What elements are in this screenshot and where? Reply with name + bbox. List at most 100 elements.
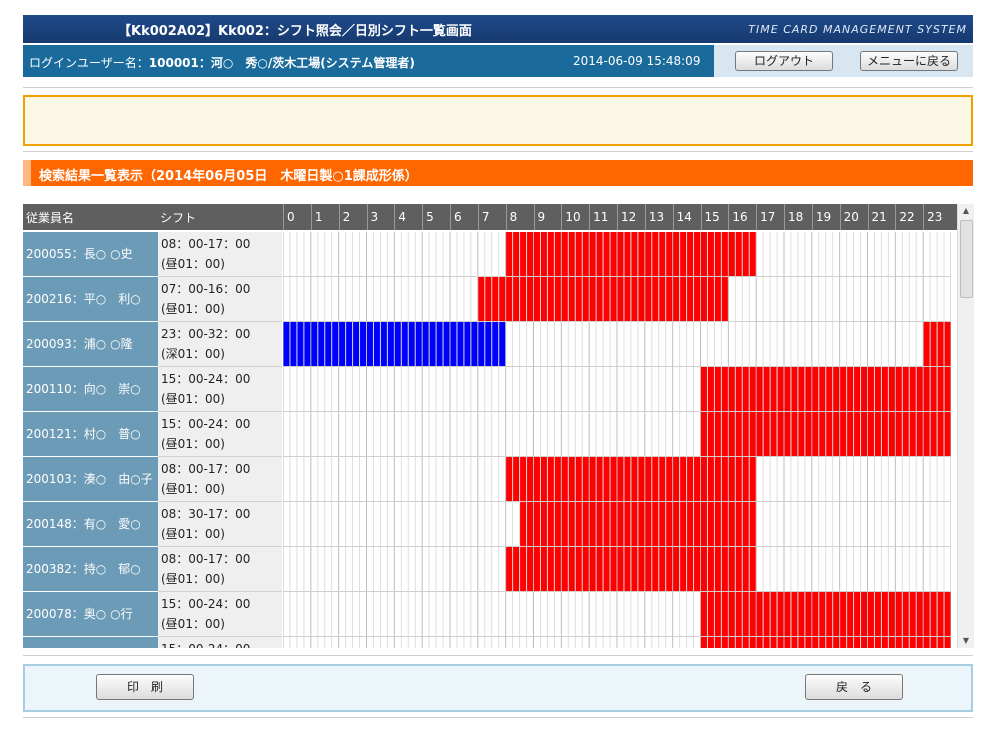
shift-time: 15：00-24：00 [161,597,251,611]
scroll-up-arrow-icon[interactable]: ▲ [958,204,974,218]
shift-timeline [283,277,951,322]
timeline-svg [283,367,951,411]
login-user-label: ログインユーザー名： [29,56,149,70]
shift-break: (昼01：00) [161,437,225,451]
back-button[interactable]: 戻 る [805,674,903,700]
shift-timeline [283,502,951,547]
hour-header: 20 [839,204,868,230]
grid-scrollbar[interactable]: ▲ ▼ [957,204,974,648]
shift-time: 15：00-24：00 [161,417,251,431]
hour-header: 17 [756,204,784,230]
hour-header: 22 [895,204,923,230]
page-title: 【Kk002A02】Kk002：シフト照会／日別シフト一覧画面 [118,24,472,39]
shift-time: 08：30-17：00 [161,507,251,521]
table-row: 200055：長○ ○史 08：00-17：00 (昼01：00) [23,232,957,277]
title-bar: 【Kk002A02】Kk002：シフト照会／日別シフト一覧画面 TIME CAR… [23,15,973,43]
shift-cell: 15：00-24：00 (昼01：00) [158,412,282,457]
timeline-svg [283,637,951,648]
grid-header: 従業員名 シフト 0 1 2 3 4 5 6 7 8 9 10 11 12 13 14 15 16 17 18 19 2… [23,204,957,230]
table-row: 200093：浦○ ○隆 23：00-32：00 (深01：00) [23,322,957,367]
section-title: 検索結果一覧表示（2014年06月05日 木曜日製○1課成形係） [39,169,418,184]
employee-name: 200078：奥○ ○行 [23,592,160,637]
shift-cell: 15：00-24：00 (昼01：00) [158,367,282,412]
scroll-down-arrow-icon[interactable]: ▼ [958,634,974,648]
shift-time: 08：00-17：00 [161,237,251,251]
employee-name: 200110：向○ 崇○ [23,367,160,412]
employee-name: 200055：長○ ○史 [23,232,160,277]
divider [23,87,973,88]
timeline-svg [283,457,951,501]
shift-break: (昼01：00) [161,482,225,496]
employee-name: 200121：村○ 普○ [23,412,160,457]
hour-header: 14 [672,204,701,230]
shift-timeline [283,457,951,502]
table-row: 200121：村○ 普○ 15：00-24：00 (昼01：00) [23,412,957,457]
table-row: 200148：有○ 愛○ 08：30-17：00 (昼01：00) [23,502,957,547]
hour-header: 2 [338,204,367,230]
hour-header: 8 [505,204,534,230]
shift-cell: 23：00-32：00 (深01：00) [158,322,282,367]
divider [23,655,973,656]
shift-time: 15：00-24：00 [161,639,282,648]
hour-header: 18 [784,204,812,230]
hour-header: 21 [867,204,896,230]
shift-timeline [283,637,951,648]
table-row: 200216：平○ 利○ 07：00-16：00 (昼01：00) [23,277,957,322]
employee-column-header: 従業員名 [26,211,75,225]
shift-cell: 07：00-16：00 (昼01：00) [158,277,282,322]
current-datetime: 2014-06-09 15:48:09 [573,54,701,68]
shift-break: (昼01：00) [161,392,225,406]
shift-break: (昼01：00) [161,527,225,541]
divider [23,151,973,152]
hour-header: 4 [394,204,422,230]
table-row: 15：00-24：00 [23,637,957,648]
employee-name: 200382：持○ 郁○ [23,547,160,592]
timeline-svg [283,502,951,546]
shift-break: (昼01：00) [161,572,225,586]
employee-name [23,637,160,648]
divider [23,717,973,718]
login-user-info: ログインユーザー名：100001：河○ 秀○/茨木工場(システム管理者) [29,54,415,71]
timeline-svg [283,547,951,591]
shift-cell: 08：00-17：00 (昼01：00) [158,457,282,502]
footer-bar: 印 刷 戻 る [23,664,973,712]
login-user-name: 河○ 秀○/茨木工場(システム管理者) [210,56,415,70]
table-row: 200103：湊○ 由○子 08：00-17：00 (昼01：00) [23,457,957,502]
timeline-svg [283,277,951,321]
timeline-svg [283,322,951,366]
print-button[interactable]: 印 刷 [96,674,194,700]
hour-header: 12 [617,204,645,230]
hour-header: 0 [283,204,311,230]
table-row: 200382：持○ 郁○ 08：00-17：00 (昼01：00) [23,547,957,592]
employee-name: 200103：湊○ 由○子 [23,457,160,502]
hour-header: 6 [450,204,478,230]
hour-header: 13 [644,204,673,230]
hour-header: 3 [366,204,395,230]
login-user-id: 100001： [148,56,211,70]
employee-name: 200216：平○ 利○ [23,277,160,322]
hour-header: 1 [310,204,339,230]
employee-name: 200093：浦○ ○隆 [23,322,160,367]
shift-cell: 08：30-17：00 (昼01：00) [158,502,282,547]
employee-name: 200148：有○ 愛○ [23,502,160,547]
shift-cell: 15：00-24：00 [158,637,282,648]
hour-header: 11 [589,204,617,230]
hour-header: 5 [422,204,450,230]
shift-time: 15：00-24：00 [161,372,251,386]
hour-header: 19 [811,204,840,230]
shift-time: 07：00-16：00 [161,282,251,296]
scroll-thumb[interactable] [960,220,973,298]
section-marker [23,160,31,186]
back-to-menu-button[interactable]: メニューに戻る [860,51,958,71]
shift-break: (昼01：00) [161,257,225,271]
shift-column-header: シフト [160,211,197,225]
shift-cell: 08：00-17：00 (昼01：00) [158,232,282,277]
hour-header: 15 [700,204,729,230]
system-logo: TIME CARD MANAGEMENT SYSTEM [748,23,967,36]
table-row: 200110：向○ 崇○ 15：00-24：00 (昼01：00) [23,367,957,412]
hour-header: 23 [923,204,951,230]
shift-cell: 08：00-17：00 (昼01：00) [158,547,282,592]
logout-button[interactable]: ログアウト [735,51,833,71]
shift-time: 23：00-32：00 [161,327,251,341]
hour-header: 7 [477,204,506,230]
